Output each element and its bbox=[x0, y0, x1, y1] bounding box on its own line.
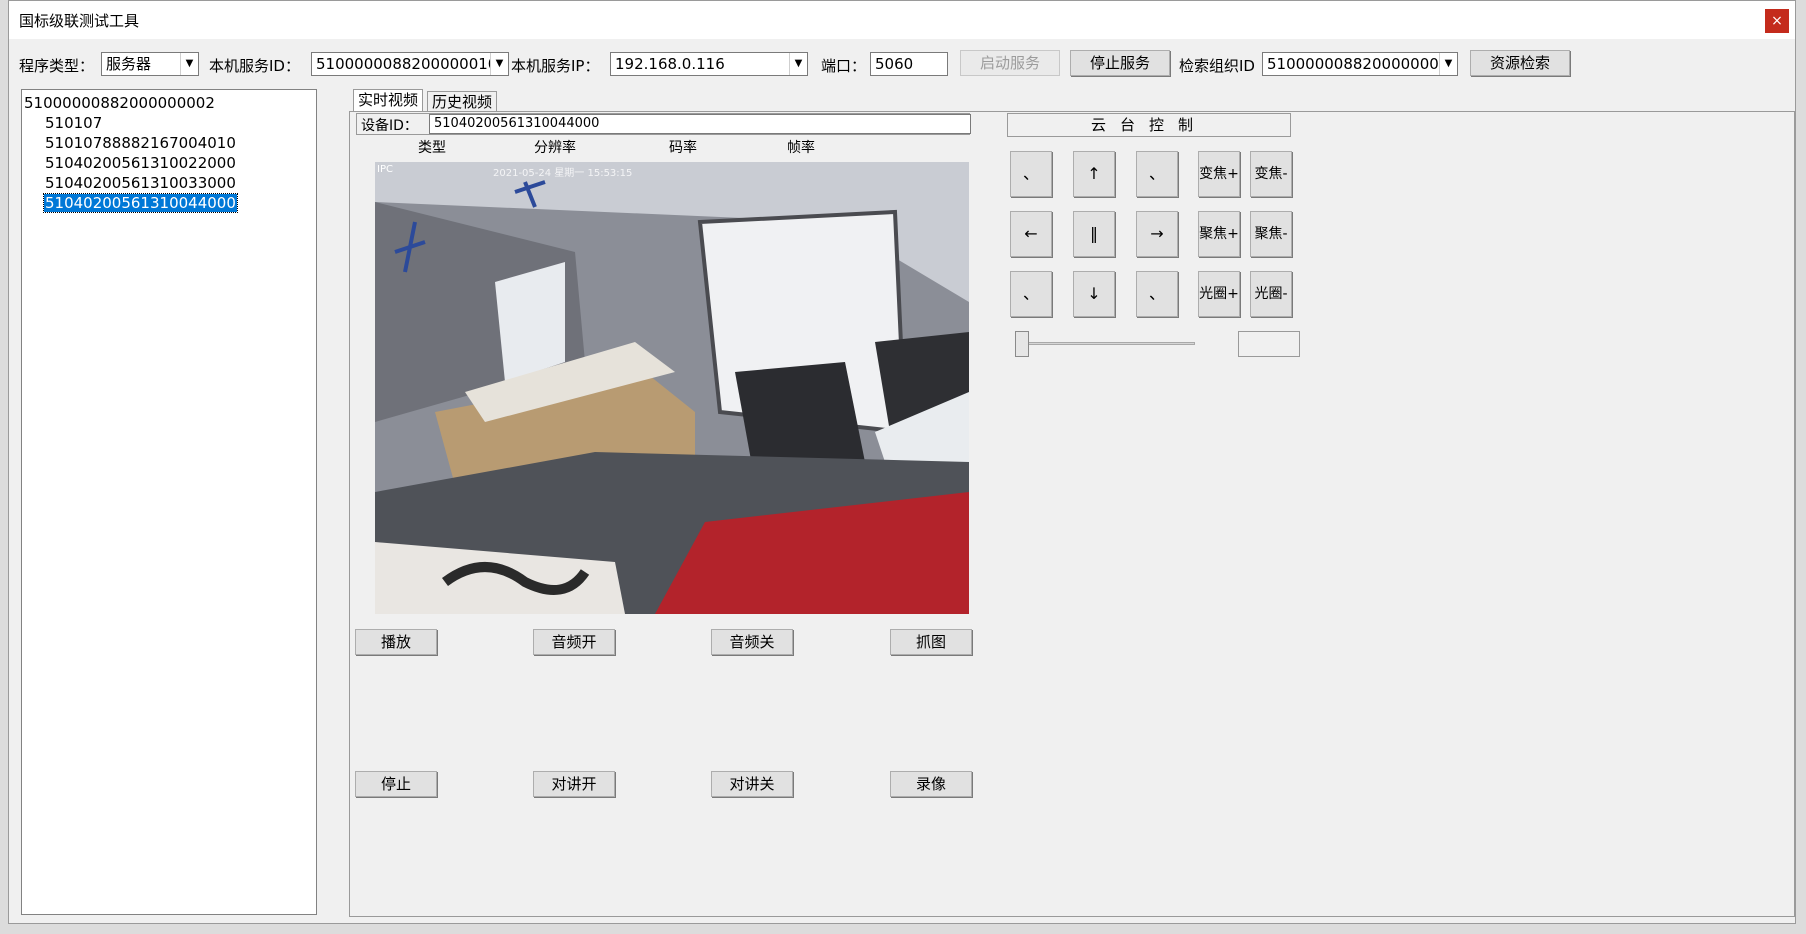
audio-on-button[interactable]: 音频开 bbox=[533, 629, 615, 655]
ptz-left-button[interactable]: ← bbox=[1010, 211, 1052, 257]
column-framerate: 帧率 bbox=[787, 140, 815, 156]
column-bitrate: 码率 bbox=[669, 140, 697, 156]
device-id-field[interactable]: 51040200561310044000 bbox=[429, 114, 971, 134]
tab-history-video[interactable]: 历史视频 bbox=[427, 91, 498, 113]
ptz-down-left-button[interactable]: 、 bbox=[1010, 271, 1052, 317]
tree-node[interactable]: 510107 bbox=[45, 114, 102, 132]
chevron-down-icon[interactable]: ▼ bbox=[490, 53, 508, 75]
audio-off-button[interactable]: 音频关 bbox=[711, 629, 793, 655]
zoom-out-button[interactable]: 变焦- bbox=[1250, 151, 1292, 197]
chevron-down-icon[interactable]: ▼ bbox=[180, 53, 198, 75]
stop-service-button[interactable]: 停止服务 bbox=[1070, 50, 1170, 76]
record-button[interactable]: 录像 bbox=[890, 771, 972, 797]
tree-root[interactable]: 51000000882000000002 bbox=[24, 94, 215, 112]
service-ip-select[interactable]: 192.168.0.116 ▼ bbox=[610, 52, 808, 76]
service-id-label: 本机服务ID： bbox=[209, 57, 300, 75]
play-button[interactable]: 播放 bbox=[355, 629, 437, 655]
snapshot-button[interactable]: 抓图 bbox=[890, 629, 972, 655]
tree-node[interactable]: 51040200561310022000 bbox=[45, 154, 236, 172]
column-type: 类型 bbox=[418, 140, 446, 156]
chevron-down-icon[interactable]: ▼ bbox=[1439, 53, 1457, 75]
title-bar: 国标级联测试工具 × bbox=[9, 1, 1795, 39]
iris-out-button[interactable]: 光圈- bbox=[1250, 271, 1292, 317]
zoom-in-button[interactable]: 变焦+ bbox=[1198, 151, 1240, 197]
close-button[interactable]: × bbox=[1765, 9, 1789, 33]
org-id-select[interactable]: 51000000882000000002 ▼ bbox=[1262, 52, 1458, 76]
ptz-title: 云台控制 bbox=[1007, 113, 1291, 137]
tree-node[interactable]: 51010788882167004010 bbox=[45, 134, 236, 152]
service-id-select[interactable]: 5100000088200000010 ▼ bbox=[311, 52, 509, 76]
ptz-speed-value-box bbox=[1238, 331, 1300, 357]
talk-off-button[interactable]: 对讲关 bbox=[711, 771, 793, 797]
device-id-label: 设备ID： bbox=[361, 118, 418, 134]
stop-button[interactable]: 停止 bbox=[355, 771, 437, 797]
start-service-button[interactable]: 启动服务 bbox=[960, 50, 1060, 76]
ptz-up-button[interactable]: ↑ bbox=[1073, 151, 1115, 197]
service-ip-value: 192.168.0.116 bbox=[615, 55, 725, 73]
focus-out-button[interactable]: 聚焦- bbox=[1250, 211, 1292, 257]
tree-node[interactable]: 51040200561310033000 bbox=[45, 174, 236, 192]
ptz-down-button[interactable]: ↓ bbox=[1073, 271, 1115, 317]
device-tree[interactable]: 51000000882000000002 510107 510107888821… bbox=[21, 89, 317, 915]
slider-thumb[interactable] bbox=[1015, 331, 1029, 357]
tree-node-selected[interactable]: 51040200561310044000 bbox=[43, 193, 238, 213]
program-type-select[interactable]: 服务器 ▼ bbox=[101, 52, 199, 76]
iris-in-button[interactable]: 光圈+ bbox=[1198, 271, 1240, 317]
program-type-label: 程序类型： bbox=[19, 57, 95, 75]
ptz-right-button[interactable]: → bbox=[1136, 211, 1178, 257]
org-id-value: 51000000882000000002 bbox=[1267, 55, 1458, 73]
video-overlay-time: 2021-05-24 星期一 15:53:15 bbox=[493, 168, 633, 179]
port-label: 端口： bbox=[821, 57, 867, 75]
org-id-label: 检索组织ID bbox=[1179, 57, 1255, 75]
chevron-down-icon[interactable]: ▼ bbox=[789, 53, 807, 75]
ptz-up-right-button[interactable]: 、 bbox=[1136, 151, 1178, 197]
video-overlay-left: IPC bbox=[377, 164, 393, 175]
ptz-speed-slider[interactable] bbox=[1023, 342, 1195, 345]
column-resolution: 分辨率 bbox=[534, 140, 576, 156]
focus-in-button[interactable]: 聚焦+ bbox=[1198, 211, 1240, 257]
talk-on-button[interactable]: 对讲开 bbox=[533, 771, 615, 797]
port-field[interactable]: 5060 bbox=[870, 52, 948, 76]
program-type-value: 服务器 bbox=[106, 55, 152, 73]
resource-search-button[interactable]: 资源检索 bbox=[1470, 50, 1570, 76]
window-title: 国标级联测试工具 bbox=[19, 12, 140, 30]
ptz-up-left-button[interactable]: 、 bbox=[1010, 151, 1052, 197]
service-ip-label: 本机服务IP： bbox=[511, 57, 600, 75]
ptz-stop-button[interactable]: ‖ bbox=[1073, 211, 1115, 257]
video-view[interactable]: IPC 2021-05-24 星期一 15:53:15 bbox=[375, 162, 969, 614]
tab-live-video[interactable]: 实时视频 bbox=[353, 89, 424, 113]
ptz-down-right-button[interactable]: 、 bbox=[1136, 271, 1178, 317]
service-id-value: 5100000088200000010 bbox=[316, 55, 498, 73]
camera-frame bbox=[375, 162, 969, 614]
main-window: 国标级联测试工具 × 程序类型： 服务器 ▼ 本机服务ID： 510000008… bbox=[8, 0, 1796, 924]
